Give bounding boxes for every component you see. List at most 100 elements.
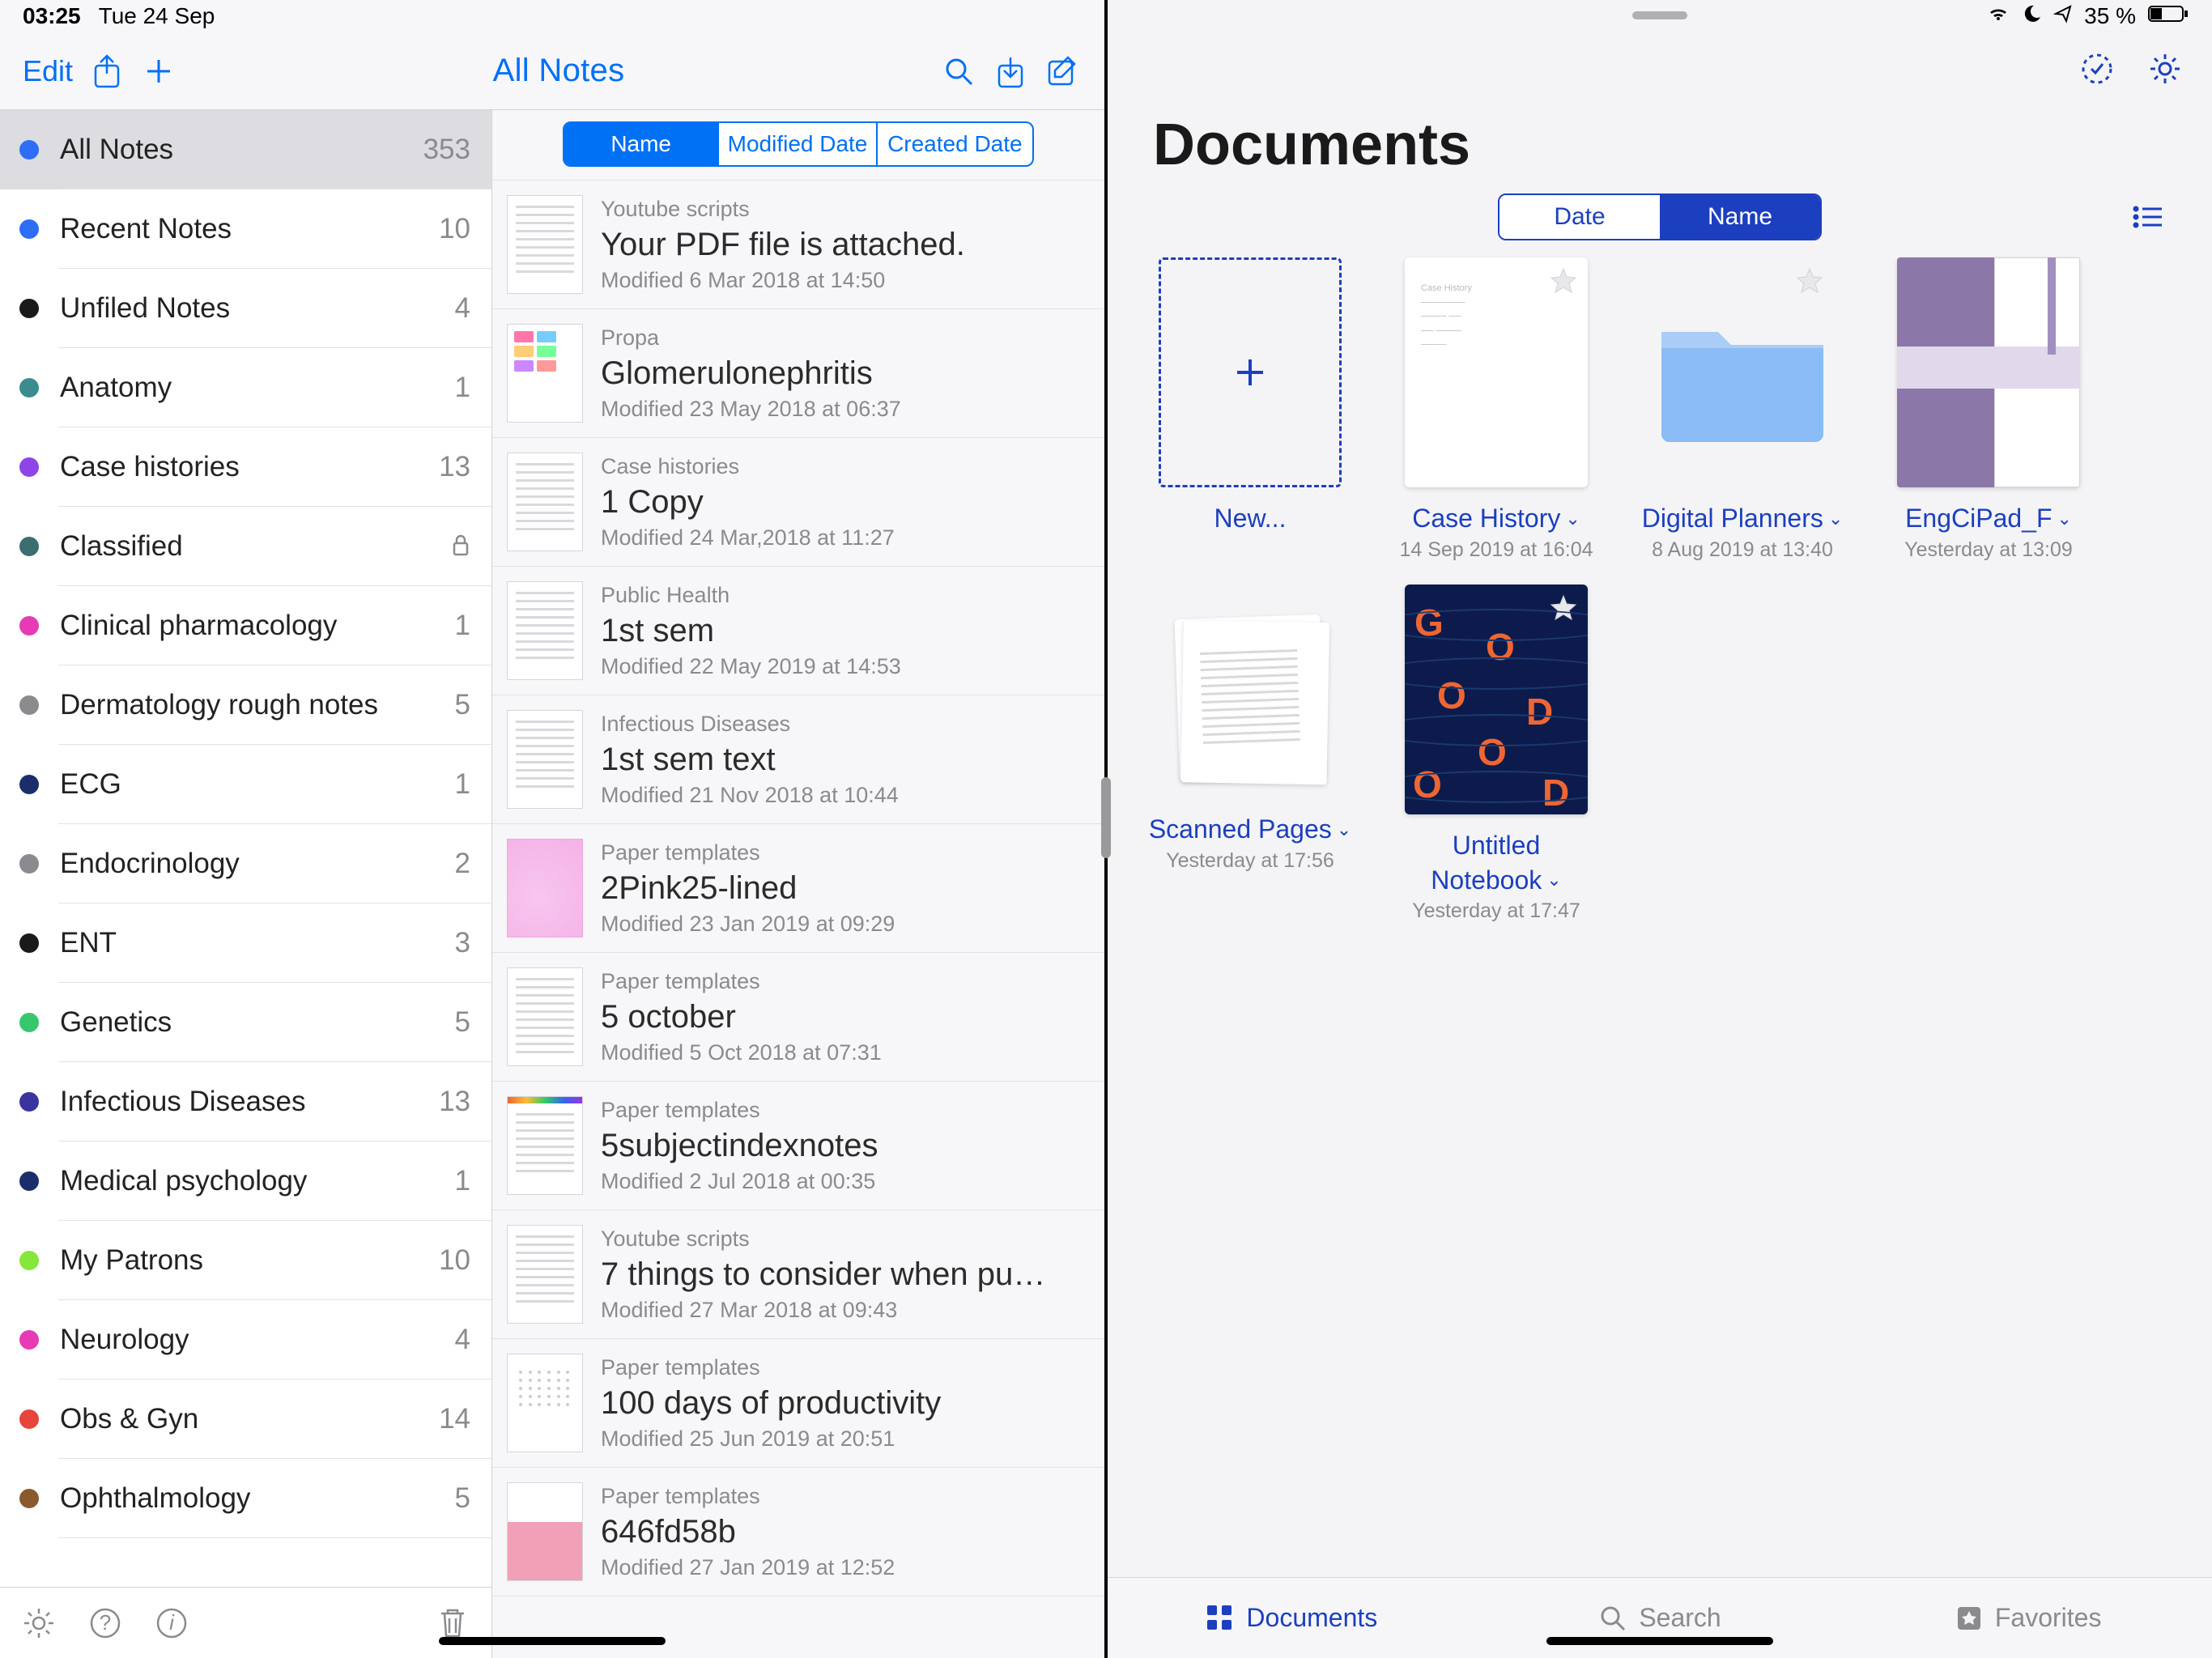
note-modified: Modified 24 Mar,2018 at 11:27	[601, 525, 895, 551]
sidebar-item[interactable]: Recent Notes10	[0, 189, 491, 269]
sidebar-item[interactable]: My Patrons10	[0, 1221, 491, 1300]
grabber-handle[interactable]	[1632, 11, 1687, 19]
folder-dot-icon	[19, 854, 39, 874]
sync-icon[interactable]	[2076, 48, 2118, 90]
folder-dot-icon	[19, 1251, 39, 1270]
document-name[interactable]: New...	[1214, 504, 1287, 534]
folder-label: ECG	[60, 768, 455, 801]
folder-label: Endocrinology	[60, 848, 455, 880]
sidebar-item[interactable]: Ophthalmology5	[0, 1459, 491, 1538]
tab-documents[interactable]: Documents	[1108, 1578, 1476, 1658]
split-handle[interactable]	[1101, 777, 1111, 858]
sidebar-item[interactable]: Dermatology rough notes5	[0, 665, 491, 745]
edit-button[interactable]: Edit	[23, 54, 73, 88]
note-row[interactable]: Infectious Diseases1st sem textModified …	[492, 695, 1104, 824]
note-row[interactable]: Public Health1st semModified 22 May 2019…	[492, 567, 1104, 695]
compose-icon[interactable]	[1036, 47, 1088, 96]
document-cell[interactable]: EngCiPad_F⌄Yesterday at 13:09	[1891, 257, 2086, 562]
gear-icon[interactable]	[16, 1601, 62, 1646]
info-icon[interactable]: i	[149, 1601, 194, 1646]
share-icon[interactable]	[81, 47, 133, 96]
sort-date[interactable]: Date	[1499, 195, 1660, 239]
sidebar-item[interactable]: Neurology4	[0, 1300, 491, 1380]
folder-label: Genetics	[60, 1006, 455, 1039]
document-thumbnail	[1651, 257, 1834, 487]
document-name[interactable]: UntitledNotebook ⌄	[1431, 831, 1561, 895]
folder-label: Obs & Gyn	[60, 1403, 439, 1435]
document-name[interactable]: Case History⌄	[1412, 504, 1580, 534]
note-thumbnail	[507, 324, 583, 423]
document-cell[interactable]: New...	[1153, 257, 1347, 562]
folder-count: 2	[455, 848, 470, 880]
note-row[interactable]: Paper templates2Pink25-linedModified 23 …	[492, 824, 1104, 953]
sidebar-item[interactable]: Unfiled Notes4	[0, 269, 491, 348]
folder-label: Dermatology rough notes	[60, 689, 455, 721]
sidebar-item[interactable]: Genetics5	[0, 983, 491, 1062]
note-thumbnail	[507, 453, 583, 551]
sort-segment-docs[interactable]: Date Name	[1498, 193, 1822, 240]
folder-label: Classified	[60, 530, 451, 563]
sidebar-item[interactable]: ECG1	[0, 745, 491, 824]
list-view-icon[interactable]	[2128, 198, 2167, 236]
sidebar-item[interactable]: Infectious Diseases13	[0, 1062, 491, 1141]
help-icon[interactable]: ?	[83, 1601, 128, 1646]
settings-gear-icon[interactable]	[2144, 48, 2186, 90]
sort-created[interactable]: Created Date	[878, 123, 1032, 165]
folder-dot-icon	[19, 299, 39, 318]
tab-bar: Documents Search Favorites	[1108, 1577, 2212, 1658]
sidebar-item[interactable]: Obs & Gyn14	[0, 1380, 491, 1459]
note-thumbnail	[507, 839, 583, 937]
sidebar-item[interactable]: All Notes353	[0, 110, 491, 189]
note-row[interactable]: Youtube scriptsYour PDF file is attached…	[492, 181, 1104, 309]
folder-count: 1	[455, 610, 470, 642]
document-thumbnail	[1897, 257, 2080, 487]
sidebar-item[interactable]: Classified	[0, 507, 491, 586]
document-name[interactable]: Scanned Pages⌄	[1149, 814, 1351, 844]
tab-favorites[interactable]: Favorites	[1844, 1578, 2212, 1658]
document-cell[interactable]: Digital Planners⌄8 Aug 2019 at 13:40	[1645, 257, 1840, 562]
notes-title: All Notes	[185, 53, 933, 89]
folder-dot-icon	[19, 933, 39, 953]
add-icon[interactable]	[133, 47, 185, 96]
note-title: 5 october	[601, 998, 882, 1035]
note-row[interactable]: Case histories1 CopyModified 24 Mar,2018…	[492, 438, 1104, 567]
sidebar-item[interactable]: Medical psychology1	[0, 1141, 491, 1221]
folder-count: 1	[455, 768, 470, 801]
note-row[interactable]: Youtube scripts7 things to consider when…	[492, 1210, 1104, 1339]
folder-dot-icon	[19, 140, 39, 159]
sidebar-item[interactable]: Endocrinology2	[0, 824, 491, 903]
note-category: Paper templates	[601, 840, 895, 865]
sidebar-item[interactable]: ENT3	[0, 903, 491, 983]
document-cell[interactable]: Case History─────────── ──── ────────Cas…	[1399, 257, 1593, 562]
document-cell[interactable]: GOODOODUntitledNotebook ⌄Yesterday at 17…	[1399, 585, 1593, 924]
home-indicator[interactable]	[439, 1637, 666, 1645]
sort-modified[interactable]: Modified Date	[719, 123, 877, 165]
sort-segment[interactable]: Name Modified Date Created Date	[563, 121, 1034, 167]
tab-favorites-label: Favorites	[1995, 1603, 2102, 1633]
folder-dot-icon	[19, 1489, 39, 1508]
note-title: 5subjectindexnotes	[601, 1127, 878, 1164]
folder-dot-icon	[19, 775, 39, 794]
sidebar-item[interactable]: Case histories13	[0, 427, 491, 507]
note-row[interactable]: PropaGlomerulonephritisModified 23 May 2…	[492, 309, 1104, 438]
document-cell[interactable]: Scanned Pages⌄Yesterday at 17:56	[1153, 585, 1347, 924]
folder-count: 14	[439, 1403, 470, 1435]
note-row[interactable]: Paper templates646fd58bModified 27 Jan 2…	[492, 1468, 1104, 1596]
import-icon[interactable]	[985, 47, 1036, 96]
sort-name[interactable]: Name	[564, 123, 719, 165]
sidebar-item[interactable]: Anatomy1	[0, 348, 491, 427]
note-title: 2Pink25-lined	[601, 869, 895, 907]
note-modified: Modified 5 Oct 2018 at 07:31	[601, 1040, 882, 1065]
search-icon[interactable]	[933, 47, 985, 96]
note-row[interactable]: Paper templates100 days of productivityM…	[492, 1339, 1104, 1468]
home-indicator-right[interactable]	[1546, 1637, 1773, 1645]
tab-search[interactable]: Search	[1476, 1578, 1844, 1658]
document-name[interactable]: EngCiPad_F⌄	[1905, 504, 2072, 534]
note-row[interactable]: Paper templates5subjectindexnotesModifie…	[492, 1082, 1104, 1210]
note-row[interactable]: Paper templates5 octoberModified 5 Oct 2…	[492, 953, 1104, 1082]
notes-toolbar: Edit All Notes	[0, 32, 1104, 110]
note-category: Youtube scripts	[601, 196, 965, 222]
document-name[interactable]: Digital Planners⌄	[1642, 504, 1844, 534]
sort-name-docs[interactable]: Name	[1660, 195, 1820, 239]
sidebar-item[interactable]: Clinical pharmacology1	[0, 586, 491, 665]
